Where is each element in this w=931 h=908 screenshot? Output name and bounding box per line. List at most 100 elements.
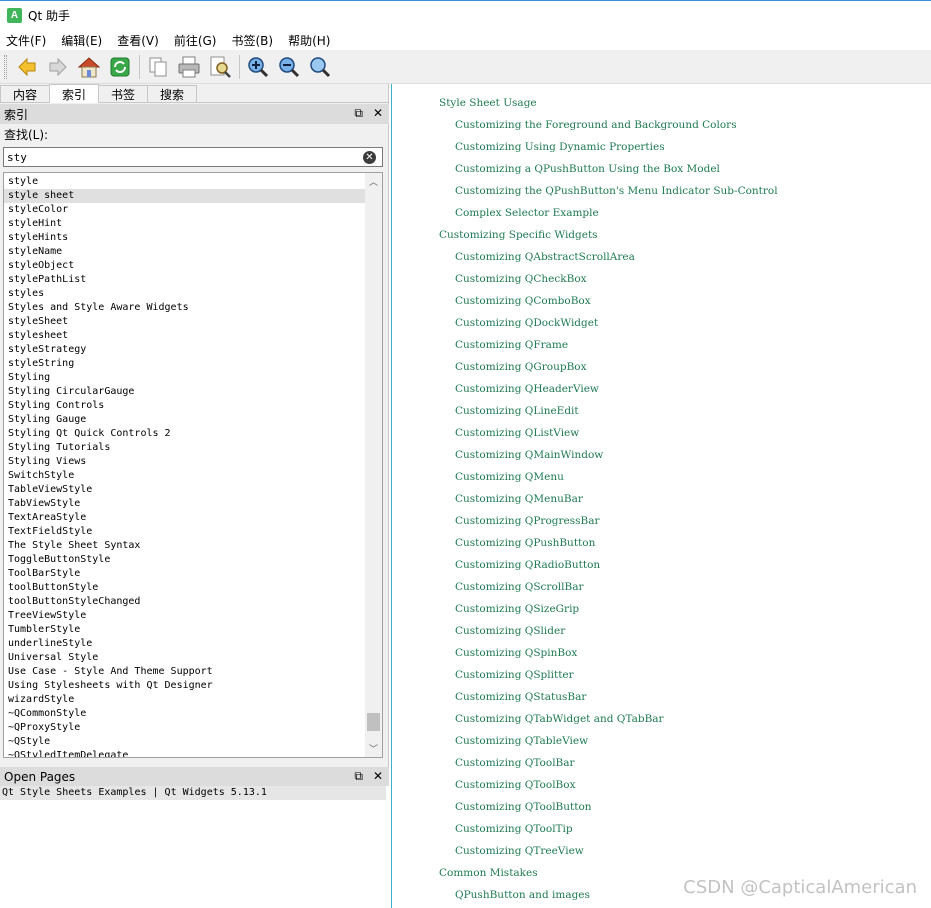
doc-link[interactable]: Customizing QLineEdit bbox=[392, 400, 931, 422]
doc-link[interactable]: Customizing the Foreground and Backgroun… bbox=[392, 114, 931, 136]
index-item[interactable]: toolButtonStyle bbox=[4, 581, 365, 595]
doc-link[interactable]: Customizing QHeaderView bbox=[392, 378, 931, 400]
sync-button[interactable] bbox=[106, 53, 134, 81]
doc-link[interactable]: Customizing QSizeGrip bbox=[392, 598, 931, 620]
index-item[interactable]: ~QStyledItemDelegate bbox=[4, 749, 365, 757]
print-button[interactable] bbox=[175, 53, 203, 81]
tab-contents[interactable]: 内容 bbox=[0, 85, 51, 102]
doc-link[interactable]: Customizing QMenu bbox=[392, 466, 931, 488]
index-item[interactable]: ToggleButtonStyle bbox=[4, 553, 365, 567]
index-item[interactable]: ~QProxyStyle bbox=[4, 721, 365, 735]
index-item[interactable]: styleStrategy bbox=[4, 343, 365, 357]
menu-edit[interactable]: 编辑(E) bbox=[61, 32, 102, 49]
doc-link[interactable]: Customizing QSplitter bbox=[392, 664, 931, 686]
doc-link[interactable]: Customizing QTabWidget and QTabBar bbox=[392, 708, 931, 730]
index-item[interactable]: Universal Style bbox=[4, 651, 365, 665]
doc-link[interactable]: Customizing QGroupBox bbox=[392, 356, 931, 378]
doc-link[interactable]: Customizing QListView bbox=[392, 422, 931, 444]
doc-link[interactable]: Customizing QProgressBar bbox=[392, 510, 931, 532]
doc-link[interactable]: Customizing QComboBox bbox=[392, 290, 931, 312]
index-item[interactable]: style sheet bbox=[4, 189, 365, 203]
doc-link[interactable]: Customizing Specific Widgets bbox=[392, 224, 931, 246]
index-item[interactable]: Styling CircularGauge bbox=[4, 385, 365, 399]
doc-link[interactable]: Customizing QToolBar bbox=[392, 752, 931, 774]
tab-index[interactable]: 索引 bbox=[49, 84, 100, 103]
doc-link[interactable]: Customizing QCheckBox bbox=[392, 268, 931, 290]
doc-link[interactable]: Style Sheet Usage bbox=[392, 92, 931, 114]
index-item[interactable]: styleHints bbox=[4, 231, 365, 245]
clear-search-icon[interactable]: ✕ bbox=[363, 151, 376, 164]
menu-go[interactable]: 前往(G) bbox=[174, 32, 217, 49]
index-item[interactable]: wizardStyle bbox=[4, 693, 365, 707]
doc-link[interactable]: Customizing QToolBox bbox=[392, 774, 931, 796]
index-item[interactable]: TextAreaStyle bbox=[4, 511, 365, 525]
open-page-item[interactable]: Qt Style Sheets Examples | Qt Widgets 5.… bbox=[0, 786, 386, 800]
index-item[interactable]: Styling Tutorials bbox=[4, 441, 365, 455]
menu-view[interactable]: 查看(V) bbox=[117, 32, 159, 49]
index-item[interactable]: styleString bbox=[4, 357, 365, 371]
doc-link[interactable]: Customizing QSlider bbox=[392, 620, 931, 642]
doc-link[interactable]: Customizing QDockWidget bbox=[392, 312, 931, 334]
doc-link[interactable]: Customizing QRadioButton bbox=[392, 554, 931, 576]
scrollbar-thumb[interactable] bbox=[367, 713, 380, 731]
index-item[interactable]: TumblerStyle bbox=[4, 623, 365, 637]
zoom-out-button[interactable] bbox=[275, 53, 303, 81]
doc-link[interactable]: Customizing QAbstractScrollArea bbox=[392, 246, 931, 268]
close-icon[interactable]: ✕ bbox=[373, 769, 383, 784]
index-item[interactable]: toolButtonStyleChanged bbox=[4, 595, 365, 609]
toolbar-grip[interactable] bbox=[4, 54, 7, 79]
index-item[interactable]: ~QCommonStyle bbox=[4, 707, 365, 721]
index-item[interactable]: Styles and Style Aware Widgets bbox=[4, 301, 365, 315]
index-item[interactable]: Styling bbox=[4, 371, 365, 385]
index-item[interactable]: styleName bbox=[4, 245, 365, 259]
tab-bookmarks[interactable]: 书签 bbox=[98, 85, 149, 102]
doc-link[interactable]: Customizing the QPushButton's Menu Indic… bbox=[392, 180, 931, 202]
index-item[interactable]: TextFieldStyle bbox=[4, 525, 365, 539]
scroll-up-icon[interactable]: ︿ bbox=[365, 173, 382, 190]
index-item[interactable]: ~QStyle bbox=[4, 735, 365, 749]
index-item[interactable]: Styling Gauge bbox=[4, 413, 365, 427]
doc-link[interactable]: Complex Selector Example bbox=[392, 202, 931, 224]
doc-link[interactable]: Customizing QTableView bbox=[392, 730, 931, 752]
doc-link[interactable]: Customizing QScrollBar bbox=[392, 576, 931, 598]
menu-help[interactable]: 帮助(H) bbox=[288, 32, 330, 49]
copy-button[interactable] bbox=[144, 53, 172, 81]
float-icon[interactable]: ⧉ bbox=[354, 106, 363, 121]
index-item[interactable]: styleObject bbox=[4, 259, 365, 273]
close-icon[interactable]: ✕ bbox=[373, 106, 383, 121]
doc-link[interactable]: Customizing a QPushButton Using the Box … bbox=[392, 158, 931, 180]
index-item[interactable]: styles bbox=[4, 287, 365, 301]
back-button[interactable] bbox=[13, 53, 41, 81]
doc-link[interactable]: Customizing QMainWindow bbox=[392, 444, 931, 466]
index-scrollbar[interactable]: ︿ ﹀ bbox=[365, 173, 382, 757]
index-item[interactable]: stylePathList bbox=[4, 273, 365, 287]
index-item[interactable]: styleColor bbox=[4, 203, 365, 217]
menu-file[interactable]: 文件(F) bbox=[6, 32, 46, 49]
index-item[interactable]: Styling Views bbox=[4, 455, 365, 469]
tab-search[interactable]: 搜索 bbox=[147, 85, 198, 102]
index-search-input[interactable] bbox=[7, 150, 347, 164]
index-item[interactable]: TreeViewStyle bbox=[4, 609, 365, 623]
doc-link[interactable]: Customizing QSpinBox bbox=[392, 642, 931, 664]
doc-link[interactable]: Customizing QMenuBar bbox=[392, 488, 931, 510]
menu-bookmarks[interactable]: 书签(B) bbox=[231, 32, 273, 49]
index-item[interactable]: SwitchStyle bbox=[4, 469, 365, 483]
index-item[interactable]: styleSheet bbox=[4, 315, 365, 329]
find-in-page-button[interactable] bbox=[206, 53, 234, 81]
doc-link[interactable]: Customizing QToolButton bbox=[392, 796, 931, 818]
index-item[interactable]: TableViewStyle bbox=[4, 483, 365, 497]
doc-link[interactable]: Customizing QStatusBar bbox=[392, 686, 931, 708]
index-item[interactable]: underlineStyle bbox=[4, 637, 365, 651]
index-item[interactable]: Using Stylesheets with Qt Designer bbox=[4, 679, 365, 693]
doc-link[interactable]: Customizing QTreeView bbox=[392, 840, 931, 862]
home-button[interactable] bbox=[75, 53, 103, 81]
zoom-in-button[interactable] bbox=[244, 53, 272, 81]
zoom-reset-button[interactable] bbox=[306, 53, 334, 81]
index-item[interactable]: Styling Controls bbox=[4, 399, 365, 413]
index-item[interactable]: TabViewStyle bbox=[4, 497, 365, 511]
index-item[interactable]: ToolBarStyle bbox=[4, 567, 365, 581]
doc-link[interactable]: Customizing QToolTip bbox=[392, 818, 931, 840]
index-item[interactable]: styleHint bbox=[4, 217, 365, 231]
doc-link[interactable]: Customizing QPushButton bbox=[392, 532, 931, 554]
index-item[interactable]: style bbox=[4, 175, 365, 189]
